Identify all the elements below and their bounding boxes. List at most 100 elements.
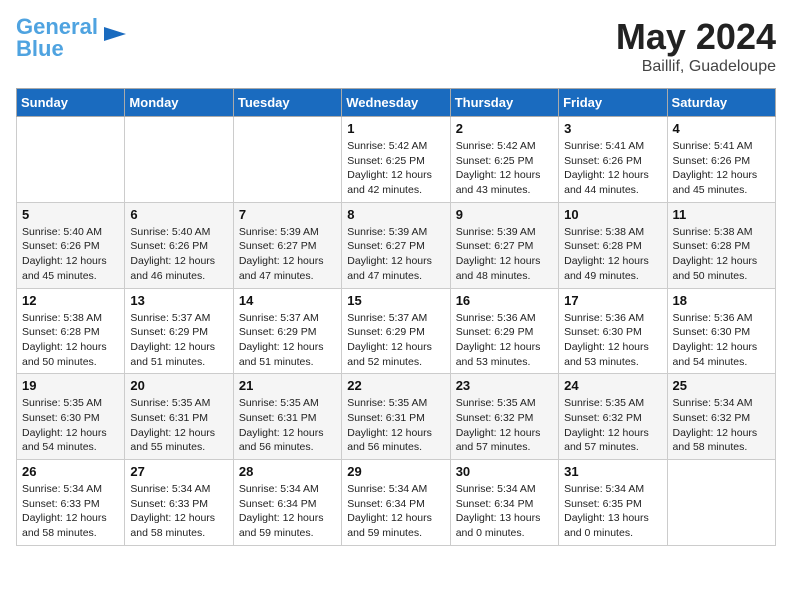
day-info: Sunrise: 5:39 AM Sunset: 6:27 PM Dayligh… xyxy=(456,225,553,284)
day-number: 22 xyxy=(347,378,444,393)
day-info: Sunrise: 5:34 AM Sunset: 6:34 PM Dayligh… xyxy=(239,482,336,541)
day-info: Sunrise: 5:41 AM Sunset: 6:26 PM Dayligh… xyxy=(564,139,661,198)
calendar-header: SundayMondayTuesdayWednesdayThursdayFrid… xyxy=(17,89,776,117)
day-number: 21 xyxy=(239,378,336,393)
day-info: Sunrise: 5:36 AM Sunset: 6:29 PM Dayligh… xyxy=(456,311,553,370)
calendar-cell: 16 Sunrise: 5:36 AM Sunset: 6:29 PM Dayli… xyxy=(450,288,558,374)
calendar-week: 1 Sunrise: 5:42 AM Sunset: 6:25 PM Daylig… xyxy=(17,117,776,203)
day-info: Sunrise: 5:36 AM Sunset: 6:30 PM Dayligh… xyxy=(564,311,661,370)
day-number: 2 xyxy=(456,121,553,136)
day-info: Sunrise: 5:34 AM Sunset: 6:34 PM Dayligh… xyxy=(347,482,444,541)
day-info: Sunrise: 5:39 AM Sunset: 6:27 PM Dayligh… xyxy=(239,225,336,284)
calendar-cell: 21Sunrise: 5:35 AM Sunset: 6:31 PM Dayli… xyxy=(233,374,341,460)
day-info: Sunrise: 5:38 AM Sunset: 6:28 PM Dayligh… xyxy=(564,225,661,284)
calendar-cell: 5 Sunrise: 5:40 AM Sunset: 6:26 PM Daylig… xyxy=(17,202,125,288)
day-info: Sunrise: 5:34 AM Sunset: 6:34 PM Dayligh… xyxy=(456,482,553,541)
calendar-week: 12 Sunrise: 5:38 AM Sunset: 6:28 PM Dayli… xyxy=(17,288,776,374)
calendar-cell: 30Sunrise: 5:34 AM Sunset: 6:34 PM Dayli… xyxy=(450,460,558,546)
day-number: 6 xyxy=(130,207,227,222)
calendar-cell: 26 Sunrise: 5:34 AM Sunset: 6:33 PM Dayli… xyxy=(17,460,125,546)
calendar: SundayMondayTuesdayWednesdayThursdayFrid… xyxy=(16,88,776,546)
calendar-cell: 6Sunrise: 5:40 AM Sunset: 6:26 PM Daylig… xyxy=(125,202,233,288)
day-info: Sunrise: 5:37 AM Sunset: 6:29 PM Dayligh… xyxy=(347,311,444,370)
calendar-cell: 9 Sunrise: 5:39 AM Sunset: 6:27 PM Daylig… xyxy=(450,202,558,288)
calendar-cell xyxy=(17,117,125,203)
day-number: 26 xyxy=(22,464,119,479)
location: Baillif, Guadeloupe xyxy=(616,58,776,76)
page-header: General Blue May 2024 Baillif, Guadeloup… xyxy=(16,16,776,76)
day-number: 16 xyxy=(456,293,553,308)
day-info: Sunrise: 5:37 AM Sunset: 6:29 PM Dayligh… xyxy=(130,311,227,370)
calendar-cell: 12 Sunrise: 5:38 AM Sunset: 6:28 PM Dayli… xyxy=(17,288,125,374)
day-number: 14 xyxy=(239,293,336,308)
calendar-cell: 10 Sunrise: 5:38 AM Sunset: 6:28 PM Dayli… xyxy=(559,202,667,288)
day-info: Sunrise: 5:35 AM Sunset: 6:32 PM Dayligh… xyxy=(456,396,553,455)
day-number: 4 xyxy=(673,121,770,136)
day-info: Sunrise: 5:40 AM Sunset: 6:26 PM Dayligh… xyxy=(22,225,119,284)
title-block: May 2024 Baillif, Guadeloupe xyxy=(616,16,776,76)
day-number: 1 xyxy=(347,121,444,136)
calendar-cell: 23 Sunrise: 5:35 AM Sunset: 6:32 PM Dayli… xyxy=(450,374,558,460)
day-number: 17 xyxy=(564,293,661,308)
day-info: Sunrise: 5:41 AM Sunset: 6:26 PM Dayligh… xyxy=(673,139,770,198)
logo-text: General Blue xyxy=(16,16,98,60)
calendar-cell: 8Sunrise: 5:39 AM Sunset: 6:27 PM Daylig… xyxy=(342,202,450,288)
logo-arrow-icon xyxy=(100,19,130,49)
day-number: 7 xyxy=(239,207,336,222)
day-info: Sunrise: 5:35 AM Sunset: 6:31 PM Dayligh… xyxy=(130,396,227,455)
calendar-cell xyxy=(125,117,233,203)
day-number: 12 xyxy=(22,293,119,308)
day-number: 23 xyxy=(456,378,553,393)
day-number: 15 xyxy=(347,293,444,308)
weekday-header: Sunday xyxy=(17,89,125,117)
day-number: 3 xyxy=(564,121,661,136)
logo: General Blue xyxy=(16,16,130,60)
calendar-week: 19Sunrise: 5:35 AM Sunset: 6:30 PM Dayli… xyxy=(17,374,776,460)
calendar-cell: 15 Sunrise: 5:37 AM Sunset: 6:29 PM Dayli… xyxy=(342,288,450,374)
calendar-cell: 19Sunrise: 5:35 AM Sunset: 6:30 PM Dayli… xyxy=(17,374,125,460)
calendar-cell xyxy=(233,117,341,203)
day-info: Sunrise: 5:34 AM Sunset: 6:33 PM Dayligh… xyxy=(22,482,119,541)
day-number: 13 xyxy=(130,293,227,308)
calendar-cell: 31Sunrise: 5:34 AM Sunset: 6:35 PM Dayli… xyxy=(559,460,667,546)
calendar-cell: 3 Sunrise: 5:41 AM Sunset: 6:26 PM Daylig… xyxy=(559,117,667,203)
weekday-header: Wednesday xyxy=(342,89,450,117)
day-number: 27 xyxy=(130,464,227,479)
calendar-cell: 24Sunrise: 5:35 AM Sunset: 6:32 PM Dayli… xyxy=(559,374,667,460)
day-number: 25 xyxy=(673,378,770,393)
day-number: 9 xyxy=(456,207,553,222)
calendar-cell: 27Sunrise: 5:34 AM Sunset: 6:33 PM Dayli… xyxy=(125,460,233,546)
day-number: 20 xyxy=(130,378,227,393)
calendar-cell: 18 Sunrise: 5:36 AM Sunset: 6:30 PM Dayli… xyxy=(667,288,775,374)
calendar-cell: 14Sunrise: 5:37 AM Sunset: 6:29 PM Dayli… xyxy=(233,288,341,374)
calendar-cell: 11 Sunrise: 5:38 AM Sunset: 6:28 PM Dayli… xyxy=(667,202,775,288)
weekday-header: Friday xyxy=(559,89,667,117)
calendar-cell: 25 Sunrise: 5:34 AM Sunset: 6:32 PM Dayli… xyxy=(667,374,775,460)
day-number: 5 xyxy=(22,207,119,222)
day-info: Sunrise: 5:42 AM Sunset: 6:25 PM Dayligh… xyxy=(347,139,444,198)
calendar-cell: 22Sunrise: 5:35 AM Sunset: 6:31 PM Dayli… xyxy=(342,374,450,460)
day-info: Sunrise: 5:36 AM Sunset: 6:30 PM Dayligh… xyxy=(673,311,770,370)
day-info: Sunrise: 5:34 AM Sunset: 6:32 PM Dayligh… xyxy=(673,396,770,455)
calendar-cell: 17 Sunrise: 5:36 AM Sunset: 6:30 PM Dayli… xyxy=(559,288,667,374)
day-number: 18 xyxy=(673,293,770,308)
day-info: Sunrise: 5:34 AM Sunset: 6:35 PM Dayligh… xyxy=(564,482,661,541)
day-info: Sunrise: 5:38 AM Sunset: 6:28 PM Dayligh… xyxy=(673,225,770,284)
day-number: 11 xyxy=(673,207,770,222)
day-number: 10 xyxy=(564,207,661,222)
month-title: May 2024 xyxy=(616,16,776,58)
calendar-cell: 2Sunrise: 5:42 AM Sunset: 6:25 PM Daylig… xyxy=(450,117,558,203)
day-info: Sunrise: 5:39 AM Sunset: 6:27 PM Dayligh… xyxy=(347,225,444,284)
day-number: 24 xyxy=(564,378,661,393)
weekday-header: Tuesday xyxy=(233,89,341,117)
day-number: 29 xyxy=(347,464,444,479)
calendar-cell: 7 Sunrise: 5:39 AM Sunset: 6:27 PM Daylig… xyxy=(233,202,341,288)
weekday-header: Thursday xyxy=(450,89,558,117)
day-number: 28 xyxy=(239,464,336,479)
day-info: Sunrise: 5:38 AM Sunset: 6:28 PM Dayligh… xyxy=(22,311,119,370)
calendar-cell: 4 Sunrise: 5:41 AM Sunset: 6:26 PM Daylig… xyxy=(667,117,775,203)
calendar-cell: 28 Sunrise: 5:34 AM Sunset: 6:34 PM Dayli… xyxy=(233,460,341,546)
day-number: 19 xyxy=(22,378,119,393)
calendar-cell: 13 Sunrise: 5:37 AM Sunset: 6:29 PM Dayli… xyxy=(125,288,233,374)
calendar-week: 26 Sunrise: 5:34 AM Sunset: 6:33 PM Dayli… xyxy=(17,460,776,546)
